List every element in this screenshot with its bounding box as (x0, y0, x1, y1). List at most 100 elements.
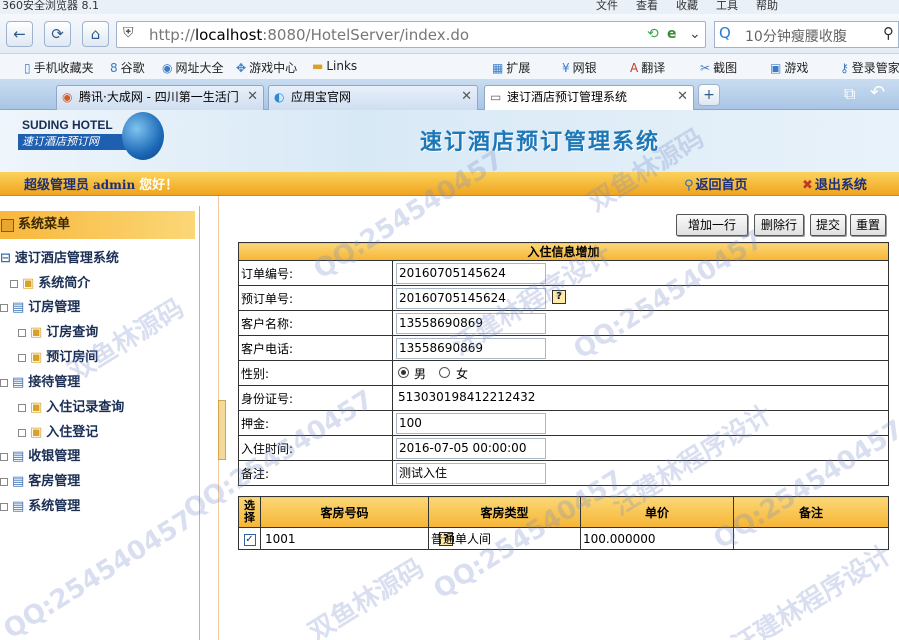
url-input[interactable]: ⛨ http://localhost:8080/HotelServer/inde… (116, 21, 706, 48)
room-table-header: 选择 客房号码 客房类型 单价 备注 (238, 496, 889, 528)
fav-mobile[interactable]: ▯ 手机收藏夹 (24, 59, 94, 76)
expand-icon (0, 502, 8, 511)
refresh-button[interactable]: ⟳ (44, 21, 71, 47)
customer-phone-input[interactable]: 13558690869 (396, 338, 546, 359)
fav-links[interactable]: ▬ Links (312, 59, 357, 73)
tool-bank[interactable]: ¥ 网银 (562, 59, 597, 76)
sidebar-item-system[interactable]: ▤ 系统管理 (0, 495, 80, 514)
tool-extensions[interactable]: ▦ 扩展 (492, 59, 530, 76)
submit-button[interactable]: 提交 (810, 214, 846, 236)
page-icon: ▣ (30, 350, 43, 365)
form-title: 入住信息增加 (238, 242, 889, 261)
plus-icon: + (703, 87, 715, 103)
tab-tencent[interactable]: ◉ 腾讯·大成网 - 四川第一生活门 ✕ (56, 85, 264, 110)
close-icon[interactable]: ✕ (677, 86, 688, 108)
menu-help[interactable]: 帮助 (756, 0, 778, 13)
url-dropdown-icon[interactable]: ⌄ (689, 26, 701, 42)
sidebar-item-intro[interactable]: ▣ 系统简介 (10, 272, 90, 291)
id-card-input[interactable]: 513030198412212432 (396, 388, 546, 409)
gender-male-label: 男 (414, 367, 427, 381)
tab-appstore[interactable]: ◐ 应用宝官网 ✕ (268, 85, 478, 110)
tencent-icon: ◉ (62, 90, 73, 104)
menu-favorites[interactable]: 收藏 (676, 0, 698, 13)
refresh-icon: ⟳ (51, 25, 64, 43)
sidebar-splitter-handle[interactable] (218, 400, 226, 460)
tool-login[interactable]: ⚷ 登录管家 (840, 59, 899, 76)
system-title: 速订酒店预订管理系统 (420, 130, 661, 155)
fav-sites[interactable]: ◉ 网址大全 (162, 59, 224, 76)
fav-google[interactable]: 8 谷歌 (110, 59, 145, 76)
col-remark: 备注 (733, 496, 889, 528)
sidebar-item-checkin-query[interactable]: ▣ 入住记录查询 (18, 396, 124, 415)
tool-screenshot[interactable]: ✂ 截图 (700, 59, 737, 76)
sidebar-item-checkin-register[interactable]: ▣ 入住登记 (18, 421, 98, 440)
reset-button[interactable]: 重置 (850, 214, 886, 236)
row-select-checkbox[interactable]: ✓ (243, 534, 256, 546)
customer-name-input[interactable]: 13558690869 (396, 313, 546, 334)
sidebar-item-cashier[interactable]: ▤ 收银管理 (0, 445, 80, 464)
app-header: SUDING HOTEL 速订酒店预订网 速订酒店预订管理系统 (0, 110, 899, 172)
sidebar-item-booking[interactable]: ▤ 订房管理 (0, 296, 80, 315)
price-cell[interactable]: 100.000000 (580, 527, 734, 550)
expand-icon (0, 303, 8, 312)
form-row: 客户电话: 13558690869 (238, 335, 889, 361)
gender-male-radio[interactable] (398, 367, 409, 378)
search-engine-icon: Q (719, 24, 731, 42)
remark-input[interactable]: 测试入住 (396, 463, 546, 484)
order-no-input[interactable]: 20160705145624 (396, 263, 546, 284)
tool-games[interactable]: ▣ 游戏 (770, 59, 808, 76)
booking-no-input[interactable]: 20160705145624 (396, 288, 546, 309)
room-table: 选择 客房号码 客房类型 单价 备注 ✓ 1001? 普通单人间 100.000… (238, 496, 889, 550)
col-room-type: 客房类型 (428, 496, 581, 528)
sidebar-item-reception[interactable]: ▤ 接待管理 (0, 371, 80, 390)
room-type-cell[interactable]: 普通单人间 (428, 527, 581, 550)
security-icon[interactable]: ⟲ (647, 26, 659, 42)
form-row: 入住时间: 2016-07-05 00:00:00 (238, 435, 889, 461)
col-price: 单价 (580, 496, 734, 528)
new-tab-button[interactable]: + (698, 84, 720, 106)
search-icon[interactable]: ⚲ (883, 24, 894, 42)
search-input[interactable]: 10分钟瘦腰收腹 (745, 26, 847, 46)
home-button[interactable]: ⌂ (82, 21, 109, 47)
leaf-icon (18, 428, 26, 437)
delete-row-button[interactable]: 删除行 (754, 214, 804, 236)
fav-games[interactable]: ✥ 游戏中心 (236, 59, 297, 76)
page-icon: ▭ (490, 90, 502, 104)
engine-icon[interactable]: e (667, 26, 677, 42)
sidebar-item-rooms[interactable]: ▤ 客房管理 (0, 470, 80, 489)
back-button[interactable]: ← (6, 21, 33, 47)
sidebar-item-booking-query[interactable]: ▣ 订房查询 (18, 321, 98, 340)
search-box[interactable]: Q 10分钟瘦腰收腹 ⚲ (714, 21, 899, 48)
browser-title-bar: 360安全浏览器 8.1 文件 查看 收藏 工具 帮助 (0, 0, 899, 14)
tab-hotel-system[interactable]: ▭ 速订酒店预订管理系统 ✕ (484, 85, 694, 111)
add-row-button[interactable]: 增加一行 (676, 214, 748, 236)
extensions-icon: ▦ (492, 61, 504, 75)
checkin-time-input[interactable]: 2016-07-05 00:00:00 (396, 438, 546, 459)
remark-cell[interactable] (733, 527, 889, 550)
restore-tabs-icon[interactable]: ⧉ (844, 84, 855, 104)
tool-translate[interactable]: A 翻译 (630, 59, 665, 76)
translate-icon: A (630, 61, 639, 75)
phone-icon: ▯ (24, 61, 31, 75)
page-icon: ▣ (30, 400, 43, 415)
checkin-time-label: 入住时间: (238, 435, 393, 461)
home-link[interactable]: ⚲ 返回首页 (684, 174, 748, 193)
tree-root[interactable]: ⊟ 速订酒店管理系统 (0, 247, 119, 266)
menu-file[interactable]: 文件 (596, 0, 618, 13)
menu-view[interactable]: 查看 (636, 0, 658, 13)
folder-icon: ▣ (22, 276, 35, 291)
deposit-input[interactable]: 100 (396, 413, 546, 434)
sidebar-item-reserve-room[interactable]: ▣ 预订房间 (18, 346, 98, 365)
logout-link[interactable]: ✖ 退出系统 (802, 174, 867, 193)
user-bar: 超级管理员 admin 您好！ ⚲ 返回首页 ✖ 退出系统 (0, 172, 899, 196)
folder-open-icon: ▤ (12, 300, 25, 315)
booking-lookup-button[interactable]: ? (552, 290, 566, 304)
undo-close-icon[interactable]: ↶ (870, 82, 885, 103)
room-no-cell[interactable]: 1001 (265, 532, 296, 546)
menu-tools[interactable]: 工具 (716, 0, 738, 13)
close-icon[interactable]: ✕ (247, 86, 258, 108)
watermark: 双鱼林源码 (303, 553, 430, 640)
close-icon[interactable]: ✕ (461, 86, 472, 108)
game-icon: ▣ (770, 61, 782, 75)
gender-female-radio[interactable] (439, 367, 450, 378)
